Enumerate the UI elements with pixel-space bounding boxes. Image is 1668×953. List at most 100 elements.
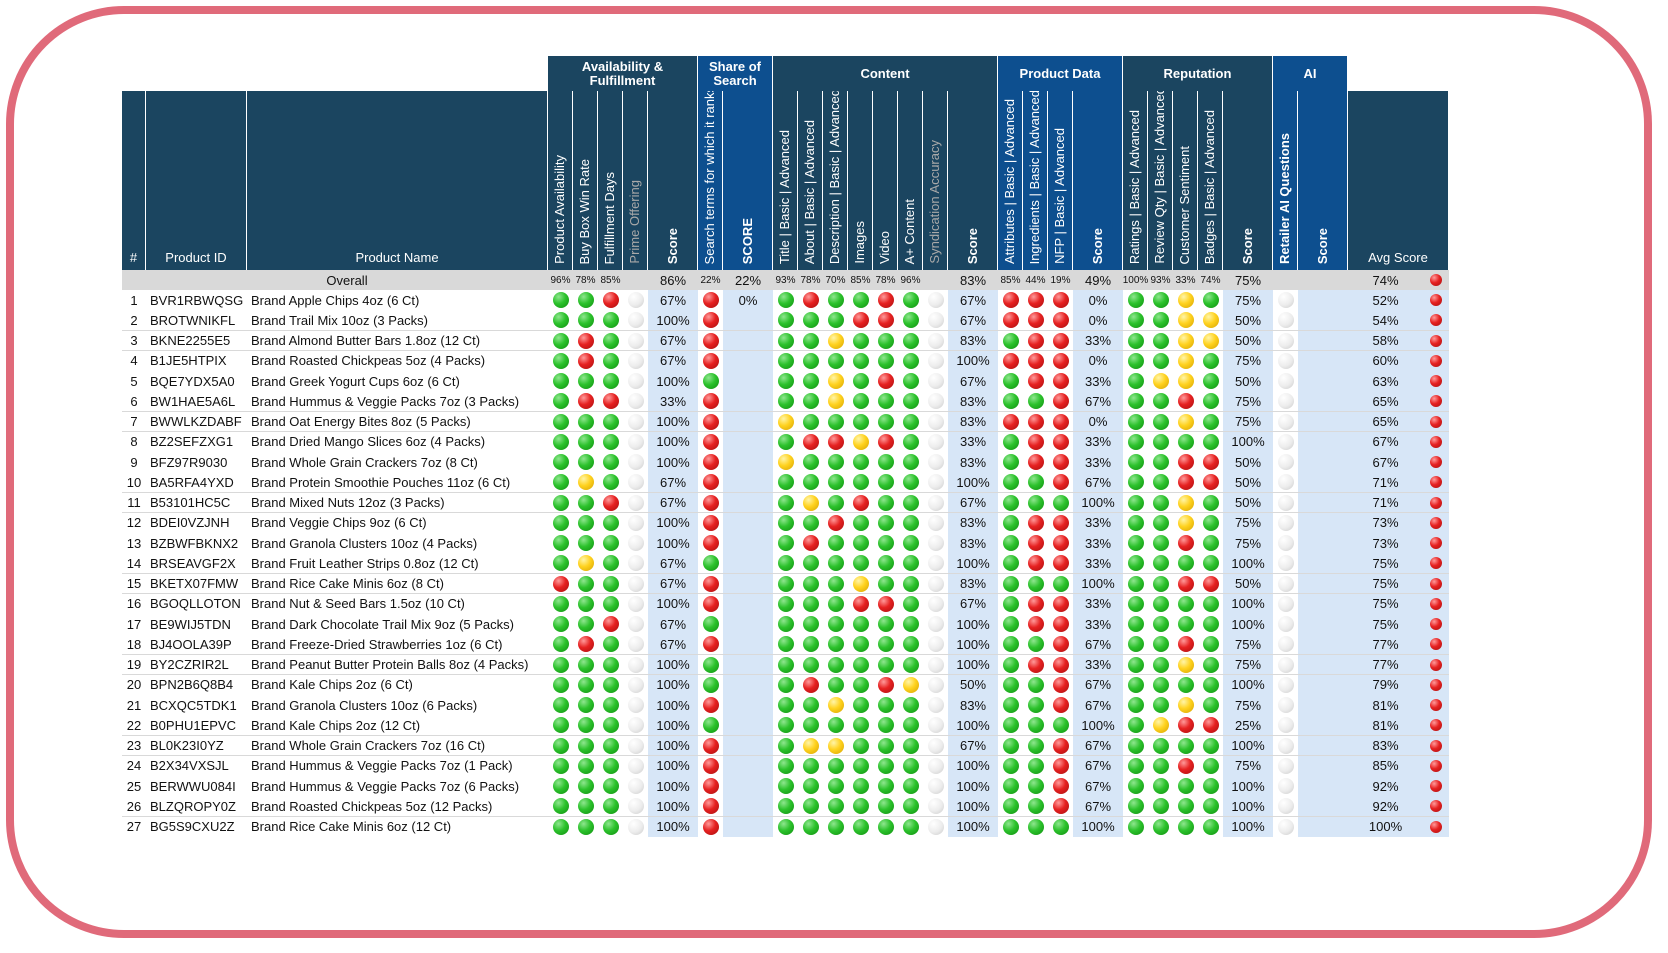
row-16-ai-status-icon: [1277, 595, 1294, 612]
row-12-content-2-status-icon: [827, 514, 844, 531]
row-17-pd-1-status-icon: [1027, 616, 1044, 633]
row-21-content-6-status-icon: [927, 697, 944, 714]
row-14-rep-0-status-icon: [1127, 555, 1144, 572]
row-25-content-0-status-icon: [777, 778, 794, 795]
row-11-status-dot-icon: [1430, 496, 1442, 509]
row-22-content-4-status-icon: [877, 717, 894, 734]
row-17-content-2: [823, 614, 848, 635]
row-27-content-3: [848, 816, 873, 837]
row-17-rep-2: [1173, 614, 1198, 635]
row-5-rep-3-status-icon: [1202, 373, 1219, 390]
row-9-pd-0-status-icon: [1002, 454, 1019, 471]
row-15-af-1: [573, 573, 598, 594]
row-9-content-3-status-icon: [852, 454, 869, 471]
row-27-avg-score: 100%: [1348, 816, 1423, 837]
row-9-status: [1423, 452, 1449, 473]
row-7-content-0: [773, 411, 798, 432]
row-8-pd-2: [1048, 431, 1073, 452]
row-3-content-6: [923, 330, 948, 351]
row-4-af-3: [623, 350, 648, 371]
row-15-status: [1423, 573, 1449, 594]
row-13-rep-3-status-icon: [1202, 535, 1219, 552]
row-26-af-2: [598, 796, 623, 817]
row-13-content-0: [773, 533, 798, 554]
row-24-pd-1: [1023, 755, 1048, 776]
row-4-af-2: [598, 350, 623, 371]
row-8-content-3-status-icon: [852, 433, 869, 450]
row-5-ai-status-icon: [1277, 373, 1294, 390]
row-18-pd-1-status-icon: [1027, 636, 1044, 653]
row-9-rep-3-status-icon: [1202, 454, 1219, 471]
row-17-rep-0-status-icon: [1127, 616, 1144, 633]
row-27-pd-0: [998, 816, 1023, 837]
row-4-content-3-status-icon: [852, 352, 869, 369]
row-8-rep-2: [1173, 431, 1198, 452]
row-10-content-1-status-icon: [802, 474, 819, 491]
row-3-product-id: BKNE2255E5: [146, 330, 247, 351]
row-1-af-1-status-icon: [577, 292, 594, 309]
row-21-rep-2-status-icon: [1177, 697, 1194, 714]
row-13-content-5: [898, 533, 923, 554]
overall-value-13: 85%: [848, 270, 873, 290]
row-2-pd-2: [1048, 310, 1073, 331]
row-11-content-4: [873, 492, 898, 513]
row-11-af-2-status-icon: [602, 494, 619, 511]
row-12-pd-1-status-icon: [1027, 514, 1044, 531]
row-6-af-3: [623, 391, 648, 412]
row-19-af-3-status-icon: [627, 656, 644, 673]
row-4-content-5-status-icon: [902, 352, 919, 369]
row-26-content-4-status-icon: [877, 798, 894, 815]
row-13-af-score: 100%: [648, 533, 698, 554]
row-8-sos-score: [723, 431, 773, 452]
row-14-af-3-status-icon: [627, 555, 644, 572]
row-12-rep-0: [1123, 512, 1148, 533]
row-15-avg-score: 75%: [1348, 573, 1423, 594]
row-1-content-3: [848, 290, 873, 311]
group-header-ai: AI: [1273, 56, 1348, 91]
row-21-number: 21: [122, 695, 146, 716]
row-8-rep-1-status-icon: [1152, 433, 1169, 450]
row-3-af-0-status-icon: [552, 332, 569, 349]
row-25-rep-2-status-icon: [1177, 778, 1194, 795]
row-22-sos-score: [723, 715, 773, 736]
row-15-af-2-status-icon: [602, 575, 619, 592]
row-23-af-1-status-icon: [577, 737, 594, 754]
row-21-content-3-status-icon: [852, 697, 869, 714]
row-22-ai: [1273, 715, 1298, 736]
row-7-rep-1: [1148, 411, 1173, 432]
row-27-content-6: [923, 816, 948, 837]
row-14-rep-0: [1123, 553, 1148, 574]
row-1-rep-1: [1148, 290, 1173, 311]
row-27-af-score: 100%: [648, 816, 698, 837]
row-23-content-6: [923, 735, 948, 756]
row-6-af-2: [598, 391, 623, 412]
row-27-content-4: [873, 816, 898, 837]
row-4-product-name: Brand Roasted Chickpeas 5oz (4 Packs): [247, 350, 548, 371]
row-27-content-6-status-icon: [927, 818, 944, 835]
row-26-rep-3-status-icon: [1202, 798, 1219, 815]
row-17-avg-score: 75%: [1348, 614, 1423, 635]
row-15-content-0-status-icon: [777, 575, 794, 592]
row-1-pd-1: [1023, 290, 1048, 311]
row-21-content-1-status-icon: [802, 697, 819, 714]
row-10-af-1-status-icon: [577, 474, 594, 491]
row-15-ai-score: [1298, 573, 1348, 594]
row-8-pd-1-status-icon: [1027, 433, 1044, 450]
row-27-ai-status-icon: [1277, 818, 1294, 835]
row-17-rep-0: [1123, 614, 1148, 635]
row-9-content-0-status-icon: [777, 454, 794, 471]
row-1-content-0: [773, 290, 798, 311]
row-19-content-2-status-icon: [827, 656, 844, 673]
row-6-rep-3-status-icon: [1202, 393, 1219, 410]
row-23-af-1: [573, 735, 598, 756]
row-27-content-1: [798, 816, 823, 837]
row-7-sos-score: [723, 411, 773, 432]
row-20-content-5-status-icon: [902, 676, 919, 693]
row-14-rep-3: [1198, 553, 1223, 574]
row-24-af-3-status-icon: [627, 757, 644, 774]
row-19-rep-3: [1198, 654, 1223, 675]
row-27-rep-1-status-icon: [1152, 818, 1169, 835]
row-3-sos-score: [723, 330, 773, 351]
row-2-rep-3-status-icon: [1202, 312, 1219, 329]
row-24-content-5-status-icon: [902, 757, 919, 774]
